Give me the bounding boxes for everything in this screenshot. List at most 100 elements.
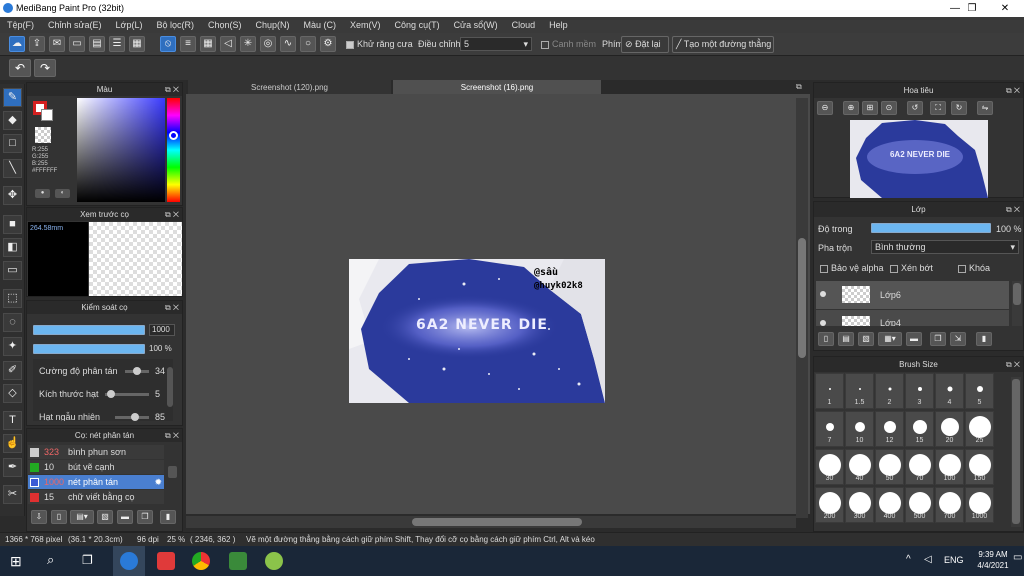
brush-size-cell[interactable]: 1000	[965, 487, 994, 523]
brush-size-cell[interactable]: 100	[935, 449, 964, 485]
notification-icon[interactable]: ▭	[1013, 552, 1022, 563]
brush-opacity-slider[interactable]	[33, 344, 145, 354]
menu-snap[interactable]: Chụp(N)	[249, 17, 297, 33]
move-tool-icon[interactable]: ✥	[3, 186, 22, 205]
duplicate-icon[interactable]: ❐	[137, 510, 153, 524]
settings-gear-icon[interactable]: ✹	[154, 475, 162, 489]
menu-filter[interactable]: Bộ lọc(R)	[149, 17, 201, 33]
control-scrollbar[interactable]	[167, 367, 173, 407]
brush-size-cell[interactable]: 5	[965, 373, 994, 409]
operation-tool-icon[interactable]: ☝	[3, 434, 22, 453]
folder-icon[interactable]: ▬	[117, 510, 133, 524]
parallel-snap-icon[interactable]: ≡	[180, 36, 196, 52]
vertical-scrollbar[interactable]	[796, 98, 808, 518]
clipping-checkbox[interactable]	[890, 264, 898, 273]
cross-snap-icon[interactable]: ▦	[200, 36, 216, 52]
brush-size-slider[interactable]	[33, 325, 145, 335]
grid-icon[interactable]: ▦	[129, 36, 145, 52]
close-button[interactable]: ✕	[988, 0, 1022, 17]
fill-rect-tool-icon[interactable]: ■	[3, 215, 22, 234]
new-8bit-layer-icon[interactable]: ▧	[858, 332, 874, 346]
list-item[interactable]: 323 bình phun sơn	[28, 445, 164, 459]
redo-icon[interactable]: ↷	[34, 59, 56, 77]
menu-layer[interactable]: Lớp(L)	[109, 17, 150, 33]
panel-options-icon[interactable]: ⧉ ✕	[165, 429, 179, 442]
panel-options-icon[interactable]: ⧉ ✕	[165, 301, 179, 314]
list-icon[interactable]: ☰	[109, 36, 125, 52]
task-view-icon[interactable]: ❐	[82, 553, 93, 567]
brush-size-scrollbar[interactable]	[1011, 377, 1021, 527]
magic-wand-tool-icon[interactable]: ✦	[3, 337, 22, 356]
protect-alpha-checkbox[interactable]	[820, 264, 828, 273]
layer-row[interactable]: Lớp6	[816, 281, 1009, 309]
brush-size-cell[interactable]: 70	[905, 449, 934, 485]
windows-start-icon[interactable]: ⊞	[10, 553, 22, 570]
panel-options-icon[interactable]: ⧉ ✕	[1006, 202, 1020, 217]
fit-window-icon[interactable]: ⛶	[930, 101, 946, 115]
clock[interactable]: 9:39 AM 4/4/2021	[972, 549, 1014, 571]
antialias-checkbox[interactable]	[346, 40, 354, 49]
scatter-strength-knob[interactable]	[133, 367, 141, 375]
brush-app-icon[interactable]	[265, 552, 283, 570]
brush-size-cell[interactable]: 7	[815, 411, 844, 447]
new-layer-icon[interactable]: ▯	[818, 332, 834, 346]
restore-button[interactable]: ❐	[955, 0, 989, 17]
brush-size-cell[interactable]: 10	[845, 411, 874, 447]
list-item[interactable]: 10 bút vẽ cạnh	[28, 460, 164, 474]
brush-size-cell[interactable]: 500	[905, 487, 934, 523]
hue-handle[interactable]	[169, 131, 178, 140]
volume-icon[interactable]: ◁	[924, 554, 932, 565]
add-brush-icon[interactable]: ▤▾	[70, 510, 94, 524]
delete-brush-icon[interactable]: ▮	[160, 510, 176, 524]
transparent-color-swatch[interactable]	[35, 127, 51, 143]
list-item[interactable]: 15 chữ viết bằng cọ	[28, 490, 164, 504]
hue-slider[interactable]	[167, 98, 180, 202]
layer-folder-icon[interactable]: ▬	[906, 332, 922, 346]
search-icon[interactable]: ⌕	[47, 552, 54, 568]
brush-size-cell[interactable]: 300	[845, 487, 874, 523]
menu-cloud[interactable]: Cloud	[505, 17, 543, 33]
text-tool-icon[interactable]: T	[3, 411, 22, 430]
menu-tools[interactable]: Công cụ(T)	[388, 17, 447, 33]
chat-icon[interactable]: ▭	[69, 36, 85, 52]
tray-expand-icon[interactable]: ^	[906, 554, 911, 565]
merge-layer-icon[interactable]: ⇲	[950, 332, 966, 346]
particle-size-knob[interactable]	[107, 390, 115, 398]
brush-size-cell[interactable]: 400	[875, 487, 904, 523]
particle-random-knob[interactable]	[131, 413, 139, 421]
bucket-tool-icon[interactable]: ◧	[3, 238, 22, 257]
brush-size-cell[interactable]: 150	[965, 449, 994, 485]
layer-row[interactable]: Lớp4	[816, 310, 1009, 326]
rotate-left-icon[interactable]: ↺	[907, 101, 923, 115]
lasso-tool-icon[interactable]: ◌	[3, 313, 22, 332]
panel-options-icon[interactable]: ⧉ ✕	[1006, 83, 1020, 98]
comment-icon[interactable]: ✉	[49, 36, 65, 52]
blend-mode-select[interactable]: Bình thường ▾	[871, 240, 1019, 254]
zoom-in-icon[interactable]: ⊕	[843, 101, 859, 115]
layer-opacity-slider[interactable]	[871, 223, 991, 233]
secondary-color-swatch[interactable]	[41, 109, 53, 121]
panel-options-icon[interactable]: ⧉ ✕	[1006, 357, 1020, 372]
duplicate-layer-icon[interactable]: ❐	[930, 332, 946, 346]
chrome-icon[interactable]	[192, 552, 210, 570]
cloud-icon[interactable]: ☁	[9, 36, 25, 52]
brush-size-cell[interactable]: 40	[845, 449, 874, 485]
brush-tool-icon[interactable]: ✎	[3, 88, 22, 107]
horizontal-scrollbar[interactable]	[186, 516, 796, 528]
line-tool-icon[interactable]: ╲	[3, 159, 22, 178]
menu-select[interactable]: Chọn(S)	[201, 17, 249, 33]
list-item-selected[interactable]: 1000 nét phân tán ✹	[28, 475, 164, 489]
brush-size-cell[interactable]: 4	[935, 373, 964, 409]
dropper-tool-icon[interactable]: ✒	[3, 458, 22, 477]
menu-window[interactable]: Cửa sổ(W)	[447, 17, 505, 33]
language-indicator[interactable]: ENG	[944, 555, 964, 565]
panel-options-icon[interactable]: ⧉ ✕	[165, 208, 179, 221]
vanish-snap-icon[interactable]: ◁	[220, 36, 236, 52]
zoom-out-icon[interactable]: ⊖	[817, 101, 833, 115]
palette-add-icon[interactable]: ●	[35, 189, 50, 198]
flip-icon[interactable]: ⇋	[977, 101, 993, 115]
radial-snap-icon[interactable]: ✳	[240, 36, 256, 52]
menu-file[interactable]: Tệp(F)	[0, 17, 41, 33]
make-line-button[interactable]: ╱ Tạo một đường thẳng	[672, 36, 774, 53]
brush-size-cell[interactable]: 12	[875, 411, 904, 447]
